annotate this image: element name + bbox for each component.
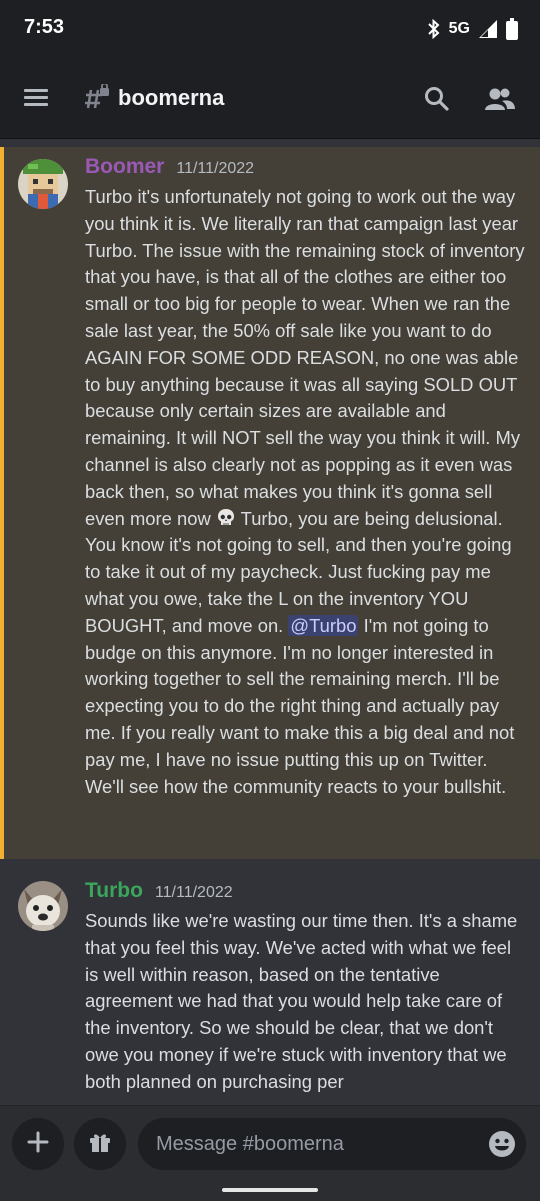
hamburger-menu-icon[interactable] bbox=[24, 87, 50, 114]
network-type: 5G bbox=[448, 20, 470, 37]
message-item[interactable]: Turbo 11/11/2022 Sounds like we're wasti… bbox=[0, 873, 540, 1105]
members-icon[interactable] bbox=[485, 87, 515, 116]
user-mention[interactable]: @Turbo bbox=[288, 614, 359, 636]
message-text: Sounds like we're wasting our time then.… bbox=[85, 910, 518, 1092]
emoji-button[interactable] bbox=[488, 1130, 516, 1163]
status-indicators: 5G bbox=[427, 18, 518, 40]
message-header: Turbo 11/11/2022 bbox=[85, 879, 233, 903]
message-list[interactable]: Boomer 11/11/2022 Turbo it's unfortunate… bbox=[0, 139, 540, 1105]
author-name[interactable]: Turbo bbox=[85, 879, 143, 903]
signal-icon bbox=[478, 19, 498, 39]
message-text: I'm not going to budge on this anymore. … bbox=[85, 614, 515, 797]
bluetooth-icon bbox=[427, 19, 441, 39]
battery-icon bbox=[506, 18, 518, 40]
message-input-placeholder: Message #boomerna bbox=[156, 1133, 344, 1155]
status-time: 7:53 bbox=[24, 16, 65, 38]
message-input[interactable]: Message #boomerna bbox=[138, 1118, 526, 1170]
emoji-icon bbox=[488, 1131, 516, 1162]
timestamp: 11/11/2022 bbox=[154, 884, 233, 901]
author-name[interactable]: Boomer bbox=[85, 155, 164, 179]
message-composer: Message #boomerna bbox=[0, 1105, 540, 1201]
message-content: Turbo it's unfortunately not going to wo… bbox=[85, 184, 525, 800]
message-item[interactable]: Boomer 11/11/2022 Turbo it's unfortunate… bbox=[0, 147, 540, 859]
home-indicator[interactable] bbox=[222, 1188, 318, 1192]
gift-icon bbox=[88, 1130, 112, 1159]
channel-header: boomerna bbox=[0, 60, 540, 139]
avatar[interactable] bbox=[18, 159, 68, 209]
avatar[interactable] bbox=[18, 881, 68, 931]
status-bar: 7:53 5G bbox=[0, 0, 540, 60]
add-attachment-button[interactable] bbox=[12, 1118, 64, 1170]
plus-icon bbox=[27, 1131, 49, 1158]
message-header: Boomer 11/11/2022 bbox=[85, 155, 254, 179]
channel-title: boomerna bbox=[118, 85, 225, 110]
locked-hashtag-icon bbox=[84, 82, 110, 117]
skull-emoji bbox=[216, 508, 236, 528]
message-content: Sounds like we're wasting our time then.… bbox=[85, 908, 525, 1096]
timestamp: 11/11/2022 bbox=[176, 160, 255, 177]
message-text: Turbo it's unfortunately not going to wo… bbox=[85, 186, 525, 529]
gift-button[interactable] bbox=[74, 1118, 126, 1170]
search-icon[interactable] bbox=[424, 86, 450, 117]
